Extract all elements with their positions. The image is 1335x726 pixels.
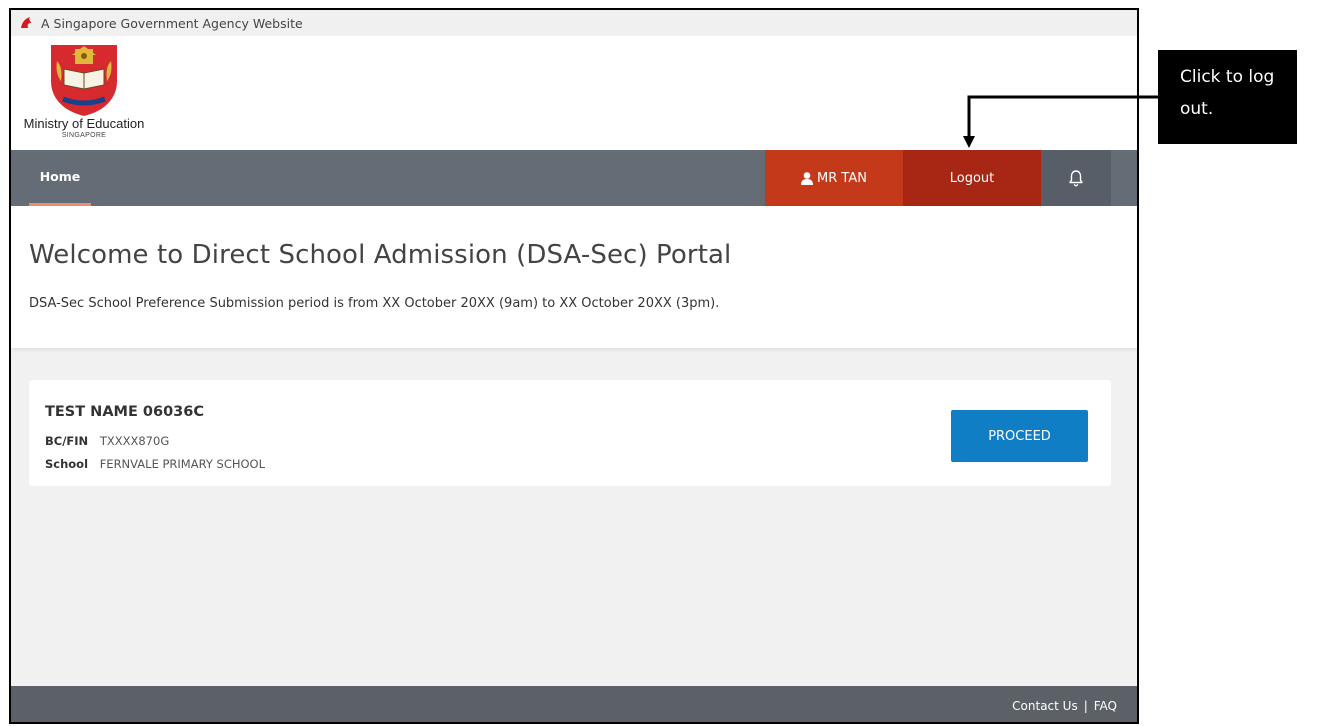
user-icon: [801, 171, 814, 185]
student-name: TEST NAME 06036C: [45, 404, 205, 420]
user-name: MR TAN: [817, 170, 867, 186]
submission-period-text: DSA-Sec School Preference Submission per…: [29, 296, 720, 311]
footer-links: Contact Us | FAQ: [1012, 699, 1117, 713]
logout-button[interactable]: Logout: [903, 150, 1041, 206]
student-card: TEST NAME 06036C BC/FIN TXXXX870G School…: [29, 380, 1111, 486]
lion-head-icon: [21, 17, 31, 28]
school-row: School FERNVALE PRIMARY SCHOOL: [45, 457, 265, 471]
annotation-line-1: Click to log: [1180, 67, 1275, 87]
bell-icon: [1069, 170, 1083, 187]
school-label: School: [45, 457, 89, 471]
welcome-panel: Welcome to Direct School Admission (DSA-…: [11, 206, 1137, 348]
school-value: FERNVALE PRIMARY SCHOOL: [99, 457, 266, 471]
notifications-button[interactable]: [1041, 150, 1111, 206]
site-footer: Contact Us | FAQ: [11, 686, 1137, 722]
footer-separator: |: [1083, 699, 1088, 713]
bcfin-row: BC/FIN TXXXX870G: [45, 434, 169, 448]
browser-page: A Singapore Government Agency Website Mi…: [9, 8, 1139, 724]
annotation-callout: Click to log out.: [1158, 50, 1297, 144]
main-nav: Home MR TAN Logout: [11, 150, 1137, 206]
site-header: Ministry of Education SINGAPORE: [11, 36, 1137, 150]
user-profile-button[interactable]: MR TAN: [765, 150, 903, 206]
gov-banner-text: A Singapore Government Agency Website: [41, 15, 303, 31]
bcfin-value: TXXXX870G: [99, 434, 170, 448]
gov-banner: A Singapore Government Agency Website: [11, 10, 1137, 36]
nav-home-tab[interactable]: Home: [29, 150, 91, 206]
faq-link[interactable]: FAQ: [1094, 699, 1117, 713]
contact-us-link[interactable]: Contact Us: [1012, 699, 1078, 713]
agency-country: SINGAPORE: [61, 132, 107, 139]
agency-name: Ministry of Education: [23, 116, 145, 131]
moe-crest-logo[interactable]: [45, 41, 123, 117]
annotation-line-2: out.: [1180, 99, 1214, 119]
page-title: Welcome to Direct School Admission (DSA-…: [29, 240, 732, 270]
proceed-button[interactable]: PROCEED: [951, 410, 1088, 462]
bcfin-label: BC/FIN: [45, 434, 89, 448]
